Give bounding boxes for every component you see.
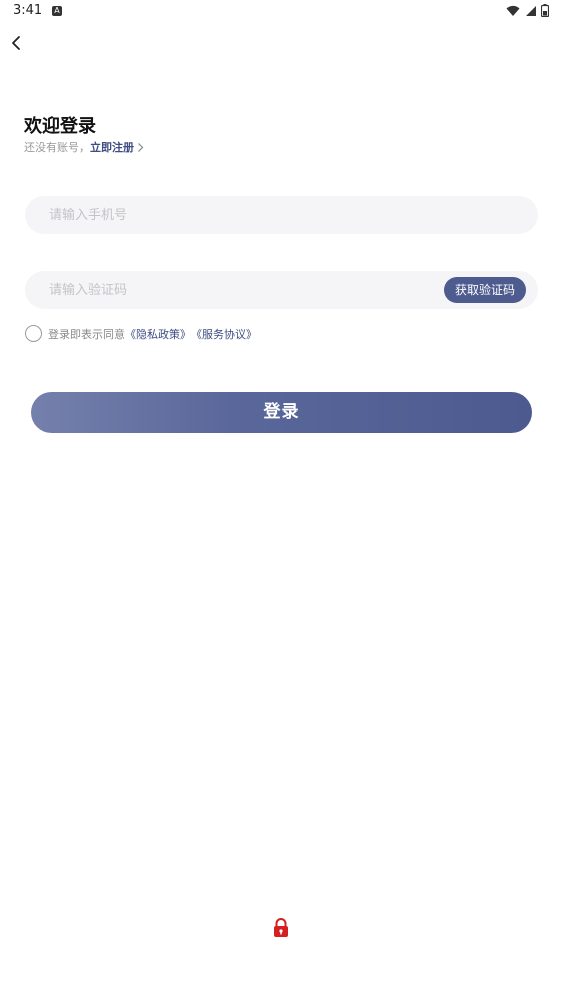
page-title: 欢迎登录 [24,116,96,137]
register-prompt-text: 还没有账号， [24,141,90,154]
login-button[interactable]: 登录 [31,392,532,433]
privacy-policy-link[interactable]: 《隐私政策》 [125,326,191,342]
phone-field [25,196,538,234]
chevron-left-icon [12,36,20,50]
terms-of-service-link[interactable]: 《服务协议》 [191,326,257,342]
code-field: 获取验证码 [25,271,538,309]
battery-icon [541,4,549,17]
agreement-text: 登录即表示同意 [48,327,125,341]
get-code-button[interactable]: 获取验证码 [443,277,526,303]
login-screen: 3:41 A 欢迎登录 还没有账号， 立即注册 请输入手机号 请输入验证码 获取… [0,0,563,1002]
cell-signal-icon [526,5,536,16]
back-button[interactable] [8,32,28,56]
wifi-icon [506,5,520,16]
code-input[interactable] [49,271,449,309]
register-prompt: 还没有账号， 立即注册 [24,139,144,155]
status-bar: 3:41 A [0,0,563,24]
lock-icon [274,918,288,937]
agreement-checkbox[interactable] [25,325,42,342]
register-link[interactable]: 立即注册 [90,139,134,155]
phone-input[interactable] [49,196,449,234]
notification-icon: A [52,6,62,16]
status-icons [506,4,549,17]
status-time: 3:41 [13,3,43,18]
chevron-right-icon[interactable] [137,142,144,153]
agreement-row: 登录即表示同意 《隐私政策》 《服务协议》 [25,325,257,342]
